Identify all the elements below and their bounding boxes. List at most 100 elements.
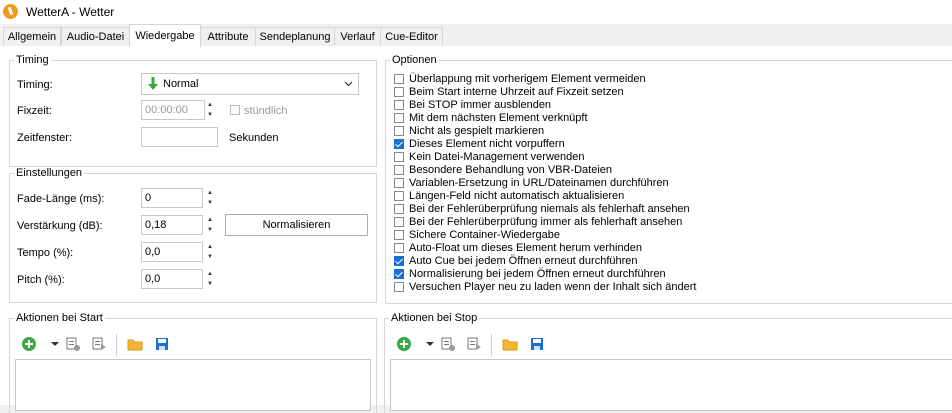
verstaerkung-spinner[interactable]: ▲ ▼: [203, 215, 217, 235]
plus-circle-icon[interactable]: [21, 336, 37, 352]
stuendlich-label: stündlich: [244, 105, 288, 117]
aktionen-start-label: Aktionen bei Start: [16, 312, 103, 324]
option-checkbox[interactable]: [394, 230, 404, 240]
folder-icon[interactable]: [127, 336, 143, 352]
option-label: Nicht als gespielt markieren: [409, 125, 545, 137]
option-checkbox[interactable]: [394, 191, 404, 201]
folder-icon[interactable]: [502, 336, 518, 352]
timing-label: Timing:: [17, 79, 53, 91]
tab-sendeplanung[interactable]: Sendeplanung: [255, 27, 335, 46]
verstaerkung-label: Verstärkung (dB):: [17, 220, 103, 232]
aktionen-start-list[interactable]: [15, 359, 371, 411]
aktionen-start-toolbar: [16, 334, 376, 356]
optionen-group-label: Optionen: [392, 54, 437, 66]
option-label: Sichere Container-Wiedergabe: [409, 229, 561, 241]
chevron-down-icon: [344, 81, 353, 87]
fade-length-spinner[interactable]: ▲ ▼: [203, 188, 217, 208]
option-label: Variablen-Ersetzung in URL/Dateinamen du…: [409, 177, 669, 189]
tab-verlauf[interactable]: Verlauf: [334, 27, 381, 46]
zeitfenster-input[interactable]: [141, 127, 218, 147]
spin-up-icon[interactable]: ▲: [203, 188, 217, 198]
chevron-down-icon[interactable]: [423, 336, 439, 352]
plus-circle-icon[interactable]: [396, 336, 412, 352]
pitch-spinner[interactable]: ▲ ▼: [203, 269, 217, 289]
option-label: Besondere Behandlung von VBR-Dateien: [409, 164, 613, 176]
tab-wiedergabe[interactable]: Wiedergabe: [129, 24, 201, 47]
option-label: Kein Datei-Management verwenden: [409, 151, 585, 163]
list-edit-icon[interactable]: [65, 336, 81, 352]
timing-group-label: Timing: [16, 54, 49, 66]
fixzeit-spinner[interactable]: ▲ ▼: [203, 100, 217, 120]
tempo-label: Tempo (%):: [17, 247, 74, 259]
spin-down-icon[interactable]: ▼: [203, 225, 217, 235]
normalisieren-button[interactable]: Normalisieren: [225, 214, 368, 236]
option-checkbox[interactable]: [394, 139, 404, 149]
option-checkbox[interactable]: [394, 165, 404, 175]
option-checkbox[interactable]: [394, 126, 404, 136]
aktionen-stop-list[interactable]: [390, 359, 952, 411]
option-checkbox[interactable]: [394, 269, 404, 279]
option-checkbox[interactable]: [394, 282, 404, 292]
fixzeit-input[interactable]: 00:00:00: [141, 100, 205, 120]
floppy-disk-icon[interactable]: [154, 336, 170, 352]
tab-audio-datei[interactable]: Audio-Datei: [61, 27, 130, 46]
tempo-spinner[interactable]: ▲ ▼: [203, 242, 217, 262]
zeitfenster-label: Zeitfenster:: [17, 132, 73, 144]
spin-up-icon[interactable]: ▲: [203, 100, 217, 110]
arrow-down-icon: [148, 77, 158, 90]
option-label: Versuchen Player neu zu laden wenn der I…: [409, 281, 697, 293]
option-checkbox[interactable]: [394, 178, 404, 188]
einstellungen-group-label: Einstellungen: [16, 167, 83, 179]
tab-allgemein[interactable]: Allgemein: [3, 27, 61, 46]
verstaerkung-input[interactable]: 0,18: [141, 215, 203, 235]
pitch-input[interactable]: 0,0: [141, 269, 203, 289]
spin-up-icon[interactable]: ▲: [203, 215, 217, 225]
tempo-input[interactable]: 0,0: [141, 242, 203, 262]
pitch-label: Pitch (%):: [17, 274, 65, 286]
tab-cue-editor[interactable]: Cue-Editor: [380, 27, 443, 46]
option-checkbox[interactable]: [394, 217, 404, 227]
option-checkbox[interactable]: [394, 256, 404, 266]
list-edit-icon[interactable]: [440, 336, 456, 352]
option-checkbox[interactable]: [394, 74, 404, 84]
option-label: Bei STOP immer ausblenden: [409, 99, 552, 111]
timing-dropdown[interactable]: Normal: [141, 73, 359, 95]
list-run-icon[interactable]: [466, 336, 482, 352]
optionen-list: Überlappung mit vorherigem Element verme…: [388, 73, 948, 297]
spin-down-icon[interactable]: ▼: [203, 252, 217, 262]
spin-down-icon[interactable]: ▼: [203, 279, 217, 289]
tab-content: Timing Timing: Normal Fixzeit: 00:00:00 …: [0, 46, 952, 413]
title-bar: WetterA - Wetter: [0, 0, 952, 24]
window-title: WetterA - Wetter: [26, 5, 115, 19]
option-label: Mit dem nächsten Element verknüpft: [409, 112, 588, 124]
aktionen-stop-toolbar: [391, 334, 751, 356]
aktionen-stop-label: Aktionen bei Stop: [391, 312, 478, 324]
tab-bar: Allgemein Audio-Datei Wiedergabe Attribu…: [0, 24, 952, 47]
spin-down-icon[interactable]: ▼: [203, 110, 217, 120]
tab-attribute[interactable]: Attribute: [200, 27, 256, 46]
option-checkbox[interactable]: [394, 243, 404, 253]
spin-up-icon[interactable]: ▲: [203, 269, 217, 279]
option-label: Bei der Fehlerüberprüfung immer als fehl…: [409, 216, 683, 228]
list-run-icon[interactable]: [91, 336, 107, 352]
timing-dropdown-value: Normal: [163, 78, 199, 90]
option-checkbox[interactable]: [394, 204, 404, 214]
option-label: Beim Start interne Uhrzeit auf Fixzeit s…: [409, 86, 624, 98]
option-checkbox[interactable]: [394, 100, 404, 110]
spin-up-icon[interactable]: ▲: [203, 242, 217, 252]
toolbar-divider: [116, 334, 117, 356]
option-checkbox[interactable]: [394, 87, 404, 97]
option-checkbox[interactable]: [394, 113, 404, 123]
option-label: Auto Cue bei jedem Öffnen erneut durchfü…: [409, 255, 638, 267]
stuendlich-checkbox[interactable]: [230, 105, 240, 115]
chevron-down-icon[interactable]: [48, 336, 64, 352]
option-label: Normalisierung bei jedem Öffnen erneut d…: [409, 268, 666, 280]
option-label: Bei der Fehlerüberprüfung niemals als fe…: [409, 203, 690, 215]
option-label: Dieses Element nicht vorpuffern: [409, 138, 565, 150]
toolbar-divider: [491, 334, 492, 356]
spin-down-icon[interactable]: ▼: [203, 198, 217, 208]
option-label: Auto-Float um dieses Element herum verhi…: [409, 242, 642, 254]
option-checkbox[interactable]: [394, 152, 404, 162]
floppy-disk-icon[interactable]: [529, 336, 545, 352]
fade-length-input[interactable]: 0: [141, 188, 203, 208]
